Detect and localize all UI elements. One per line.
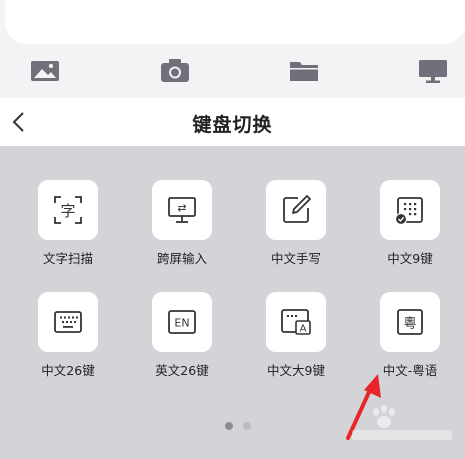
svg-text:EN: EN xyxy=(174,317,189,330)
keyboard-option-nine-key[interactable]: 中文9键 xyxy=(375,180,445,268)
keyboard-option-label: 中文大9键 xyxy=(267,363,325,378)
baidu-watermark-logo xyxy=(342,400,462,450)
keyboard-option-text-scan[interactable]: 字 文字扫描 xyxy=(33,180,103,268)
keyboard-option-english[interactable]: EN 英文26键 xyxy=(147,292,217,380)
svg-text:字: 字 xyxy=(60,202,75,220)
keyboard-option-label: 中文手写 xyxy=(270,251,321,266)
keyboard-option-cross-screen[interactable]: ⇄ 跨屏输入 xyxy=(147,180,217,268)
keyboard-option-label: 跨屏输入 xyxy=(156,251,207,266)
keyboard-option-label: 中文26键 xyxy=(41,363,95,378)
svg-text:A: A xyxy=(300,324,307,335)
keyboard-option-label: 中文9键 xyxy=(387,251,433,266)
keyboard-option-twenty-six-key[interactable]: 中文26键 xyxy=(33,292,103,380)
input-bar[interactable] xyxy=(5,0,465,44)
monitor-icon[interactable] xyxy=(418,58,448,84)
pagination-dot-active[interactable] xyxy=(225,422,233,430)
keyboard-option-label: 英文26键 xyxy=(155,363,209,378)
keyboard-switch-header: 键盘切换 xyxy=(0,98,465,146)
keyboard-option-handwriting[interactable]: 中文手写 xyxy=(261,180,331,268)
image-icon[interactable] xyxy=(30,58,60,84)
svg-text:⇄: ⇄ xyxy=(177,202,186,215)
svg-text:粵: 粵 xyxy=(403,317,416,332)
keyboard-option-label: 文字扫描 xyxy=(42,251,93,266)
keyboard-option-cantonese[interactable]: 粵 中文-粤语 xyxy=(375,292,445,380)
toolbar-area xyxy=(0,0,465,98)
pagination-dot[interactable] xyxy=(243,422,251,430)
page-title: 键盘切换 xyxy=(192,114,273,136)
keyboard-option-large-nine-key[interactable]: A 中文大9键 xyxy=(261,292,331,380)
folder-icon[interactable] xyxy=(289,58,319,84)
camera-icon[interactable] xyxy=(160,58,190,84)
